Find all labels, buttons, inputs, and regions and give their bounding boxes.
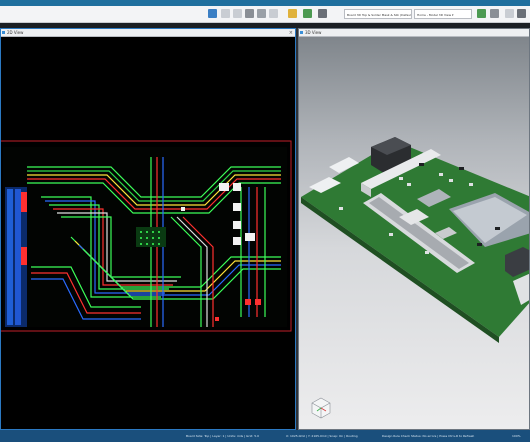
status-coordinates: X: 1025.0mil | Y: 2165.0mil | Snap: On |…: [286, 434, 358, 438]
redo-icon[interactable]: [233, 9, 242, 18]
user-icon[interactable]: [490, 9, 499, 18]
layer-select[interactable]: Board 3D Top & Solder Mask & Silk (Defau…: [344, 9, 412, 19]
undo-icon[interactable]: [221, 9, 230, 18]
status-drc: Design Rule Check Status: No errors | Pr…: [382, 434, 475, 438]
print-icon[interactable]: [245, 9, 254, 18]
zoom-icon[interactable]: [269, 9, 278, 18]
save-icon[interactable]: [208, 9, 217, 18]
menu-icon[interactable]: [517, 9, 526, 18]
pcb-layout-canvas[interactable]: [1, 37, 295, 429]
view-2d-icon: [2, 31, 5, 34]
pane-3d-title: 3D View: [305, 30, 322, 35]
help-icon[interactable]: [477, 9, 486, 18]
measure-icon[interactable]: [288, 9, 297, 18]
pcb-3d-model[interactable]: [299, 37, 530, 430]
status-board-info: Board Side: Top | Layer: 1 | Units: mils…: [186, 434, 260, 438]
pcb-2d-view[interactable]: 2D View ×: [0, 28, 296, 430]
view-select[interactable]: Home - Model 3D View ▾: [414, 9, 472, 19]
view-3d-icon: [300, 31, 303, 34]
toolbar: Board 3D Top & Solder Mask & Silk (Defau…: [0, 6, 530, 23]
pcb-3d-view[interactable]: 3D View: [298, 28, 530, 430]
view-cube-icon[interactable]: [311, 397, 331, 419]
status-zoom: 100%: [512, 434, 521, 438]
bga-component: [136, 227, 166, 247]
close-icon[interactable]: ×: [289, 29, 293, 37]
pane-3d-header: 3D View: [299, 29, 529, 37]
pane-2d-header: 2D View ×: [1, 29, 295, 37]
status-bar: Board Side: Top | Layer: 1 | Units: mils…: [0, 430, 530, 442]
settings-icon[interactable]: [318, 9, 327, 18]
lock-icon[interactable]: [257, 9, 266, 18]
pane-2d-title: 2D View: [7, 30, 24, 35]
layer-icon[interactable]: [303, 9, 312, 18]
window-icon[interactable]: [505, 9, 514, 18]
component-block-left: [5, 187, 27, 327]
